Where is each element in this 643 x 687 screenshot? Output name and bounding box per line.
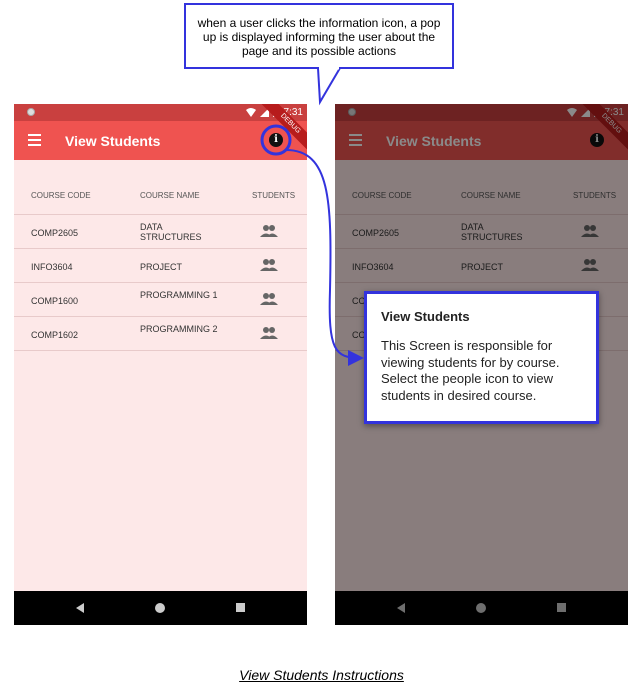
callout-tail: [316, 67, 342, 106]
people-icon[interactable]: [260, 327, 278, 339]
app-bar: View Students i: [14, 121, 307, 160]
figure-caption: View Students Instructions: [239, 667, 404, 683]
back-icon[interactable]: [76, 603, 84, 613]
camera-icon: [27, 108, 35, 116]
info-dialog: View Students This Screen is responsible…: [364, 291, 599, 424]
table-header: COURSE CODE COURSE NAME STUDENTS: [14, 177, 307, 215]
column-header-name: COURSE NAME: [140, 191, 200, 200]
phone-screen-before: 7:31 View Students i DEBUG COURSE CODE C…: [14, 104, 307, 625]
navigation-bar: [14, 591, 307, 625]
course-table: COURSE CODE COURSE NAME STUDENTS COMP260…: [14, 177, 307, 351]
column-header-code: COURSE CODE: [31, 191, 91, 200]
course-name: PROGRAMMING 1: [140, 290, 218, 300]
table-row: COMP2605 DATA STRUCTURES: [14, 215, 307, 249]
course-name: DATA STRUCTURES: [140, 222, 202, 242]
page-title: View Students: [65, 133, 161, 149]
status-bar: 7:31: [14, 104, 307, 121]
course-code: COMP1600: [31, 296, 79, 306]
menu-icon[interactable]: [28, 134, 41, 146]
table-row: COMP1600 PROGRAMMING 1: [14, 283, 307, 317]
annotation-callout: when a user clicks the information icon,…: [184, 3, 454, 69]
dialog-body: This Screen is responsible for viewing s…: [381, 338, 560, 403]
course-code: COMP2605: [31, 228, 79, 238]
dialog-title: View Students: [381, 309, 470, 324]
callout-text: when a user clicks the information icon,…: [197, 16, 441, 58]
recents-icon[interactable]: [236, 603, 245, 612]
people-icon[interactable]: [260, 259, 278, 271]
course-name: PROGRAMMING 2: [140, 324, 218, 334]
table-row: INFO3604 PROJECT: [14, 249, 307, 283]
course-name: PROJECT: [140, 262, 183, 272]
course-code: INFO3604: [31, 262, 73, 272]
table-row: COMP1602 PROGRAMMING 2: [14, 317, 307, 351]
course-code: COMP1602: [31, 330, 79, 340]
people-icon[interactable]: [260, 293, 278, 305]
wifi-icon: [246, 107, 256, 117]
column-header-students: STUDENTS: [252, 191, 296, 200]
home-icon[interactable]: [155, 603, 165, 613]
info-icon[interactable]: i: [269, 133, 283, 147]
people-icon[interactable]: [260, 225, 278, 237]
